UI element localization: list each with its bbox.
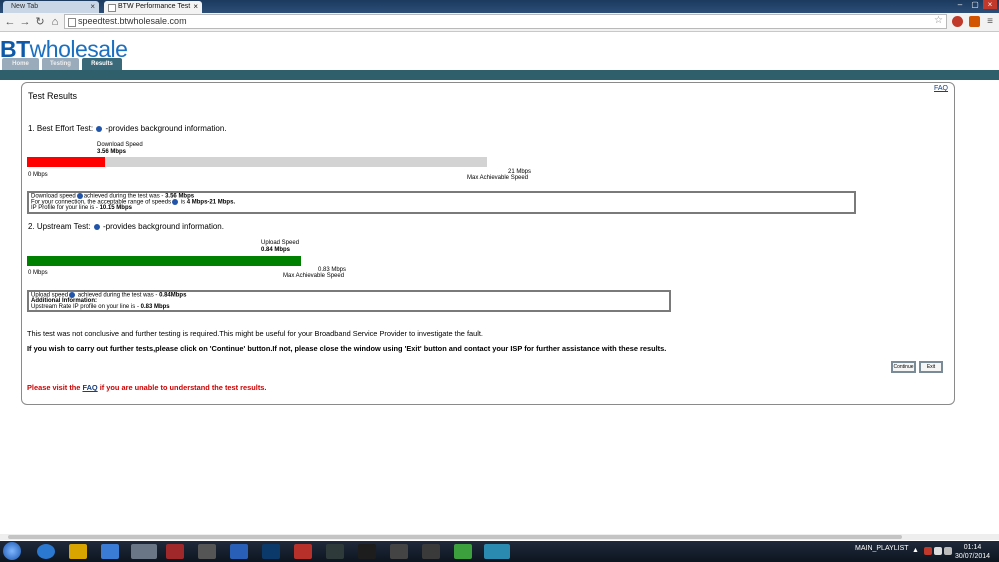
tray-expand-icon[interactable]: ▲ (912, 547, 920, 555)
download-gauge-label: Download Speed (97, 142, 143, 148)
continue-button[interactable]: Continue (891, 361, 916, 373)
windows-live-icon[interactable] (198, 544, 216, 559)
volume-icon[interactable] (944, 547, 952, 555)
media-player-icon[interactable] (101, 544, 119, 559)
bookmark-star-icon[interactable]: ☆ (934, 15, 943, 26)
chrome-icon[interactable] (131, 544, 157, 559)
system-clock[interactable]: 01:14 30/07/2014 (955, 543, 990, 561)
close-icon[interactable]: × (193, 1, 198, 13)
download-gauge-value: 3.56 Mbps (97, 149, 127, 155)
upload-summary-line3: Upstream Rate IP profile on your line is… (31, 304, 170, 310)
nav-tab-testing[interactable]: Testing (42, 58, 79, 70)
download-min-label: 0 Mbps (28, 172, 48, 178)
exit-button[interactable]: Exit (919, 361, 943, 373)
browser-toolbar: ← → ↻ ⌂ speedtest.btwholesale.com ☆ ≡ (0, 13, 999, 32)
reload-icon[interactable]: ↻ (33, 15, 47, 29)
steam-icon[interactable] (422, 544, 440, 559)
download-max-caption: Max Achievable Speed (467, 175, 529, 181)
extension-icon[interactable] (969, 16, 980, 27)
start-button-icon[interactable] (3, 542, 21, 560)
minimize-icon[interactable]: – (953, 0, 967, 9)
network-icon[interactable] (934, 547, 942, 555)
tab-label: BTW Performance Test (118, 3, 191, 10)
page-icon (68, 18, 76, 27)
scrollbar-thumb[interactable] (8, 535, 902, 539)
best-effort-heading: 1. Best Effort Test: -provides backgroun… (28, 124, 227, 133)
upload-max-caption: Max Achievable Speed (283, 273, 345, 279)
upload-gauge-value: 0.84 Mbps (261, 247, 291, 253)
maximize-icon[interactable]: ▢ (968, 0, 982, 9)
app-icon[interactable] (358, 544, 376, 559)
page-icon (108, 4, 116, 12)
header-band (0, 70, 999, 80)
faq-inline-link[interactable]: FAQ (82, 383, 97, 392)
info-icon[interactable] (172, 199, 179, 205)
url-text: speedtest.btwholesale.com (78, 16, 187, 26)
video-player-icon[interactable] (230, 544, 248, 559)
menu-icon[interactable]: ≡ (983, 15, 997, 29)
download-summary-line3: IP Profile for your line is - 10.15 Mbps (31, 205, 132, 211)
photoshop-icon[interactable] (262, 544, 280, 559)
file-explorer-icon[interactable] (69, 544, 87, 559)
app-icon[interactable] (166, 544, 184, 559)
app-icon[interactable] (454, 544, 472, 559)
faq-link[interactable]: FAQ (934, 85, 948, 92)
forward-arrow-icon[interactable]: → (18, 15, 32, 29)
info-icon[interactable] (93, 223, 100, 230)
filezilla-icon[interactable] (294, 544, 312, 559)
upload-gauge-label: Upload Speed (261, 240, 300, 246)
upstream-heading: 2. Upstream Test: -provides background i… (28, 222, 224, 231)
back-arrow-icon[interactable]: ← (3, 15, 17, 29)
app-icon[interactable] (326, 544, 344, 559)
browser-tab-strip: New Tab × BTW Performance Test × – ▢ × (0, 0, 999, 13)
info-icon[interactable] (96, 125, 103, 132)
internet-explorer-icon[interactable] (37, 544, 55, 559)
instruction-text: If you wish to carry out further tests,p… (27, 344, 667, 353)
upload-min-label: 0 Mbps (28, 270, 48, 276)
close-window-icon[interactable]: × (983, 0, 997, 9)
app-icon[interactable] (390, 544, 408, 559)
tab-btw-performance-test[interactable]: BTW Performance Test × (104, 1, 202, 13)
app-icon[interactable] (484, 544, 510, 559)
tray-icon[interactable] (924, 547, 932, 555)
faq-notice: Please visit the FAQ if you are unable t… (27, 383, 267, 392)
close-icon[interactable]: × (90, 1, 95, 13)
tray-media-label: MAIN_PLAYLIST (855, 545, 909, 552)
home-icon[interactable]: ⌂ (48, 15, 62, 29)
page-title: Test Results (28, 91, 78, 101)
tab-label: New Tab (11, 3, 39, 10)
upload-bar-fill (27, 256, 301, 266)
nav-tab-home[interactable]: Home (2, 58, 39, 70)
address-bar[interactable]: speedtest.btwholesale.com ☆ (64, 14, 947, 29)
tab-new-tab[interactable]: New Tab × (3, 1, 99, 13)
download-bar-fill (27, 157, 105, 167)
conclusion-text: This test was not conclusive and further… (27, 329, 483, 338)
adblock-icon[interactable] (952, 16, 963, 27)
